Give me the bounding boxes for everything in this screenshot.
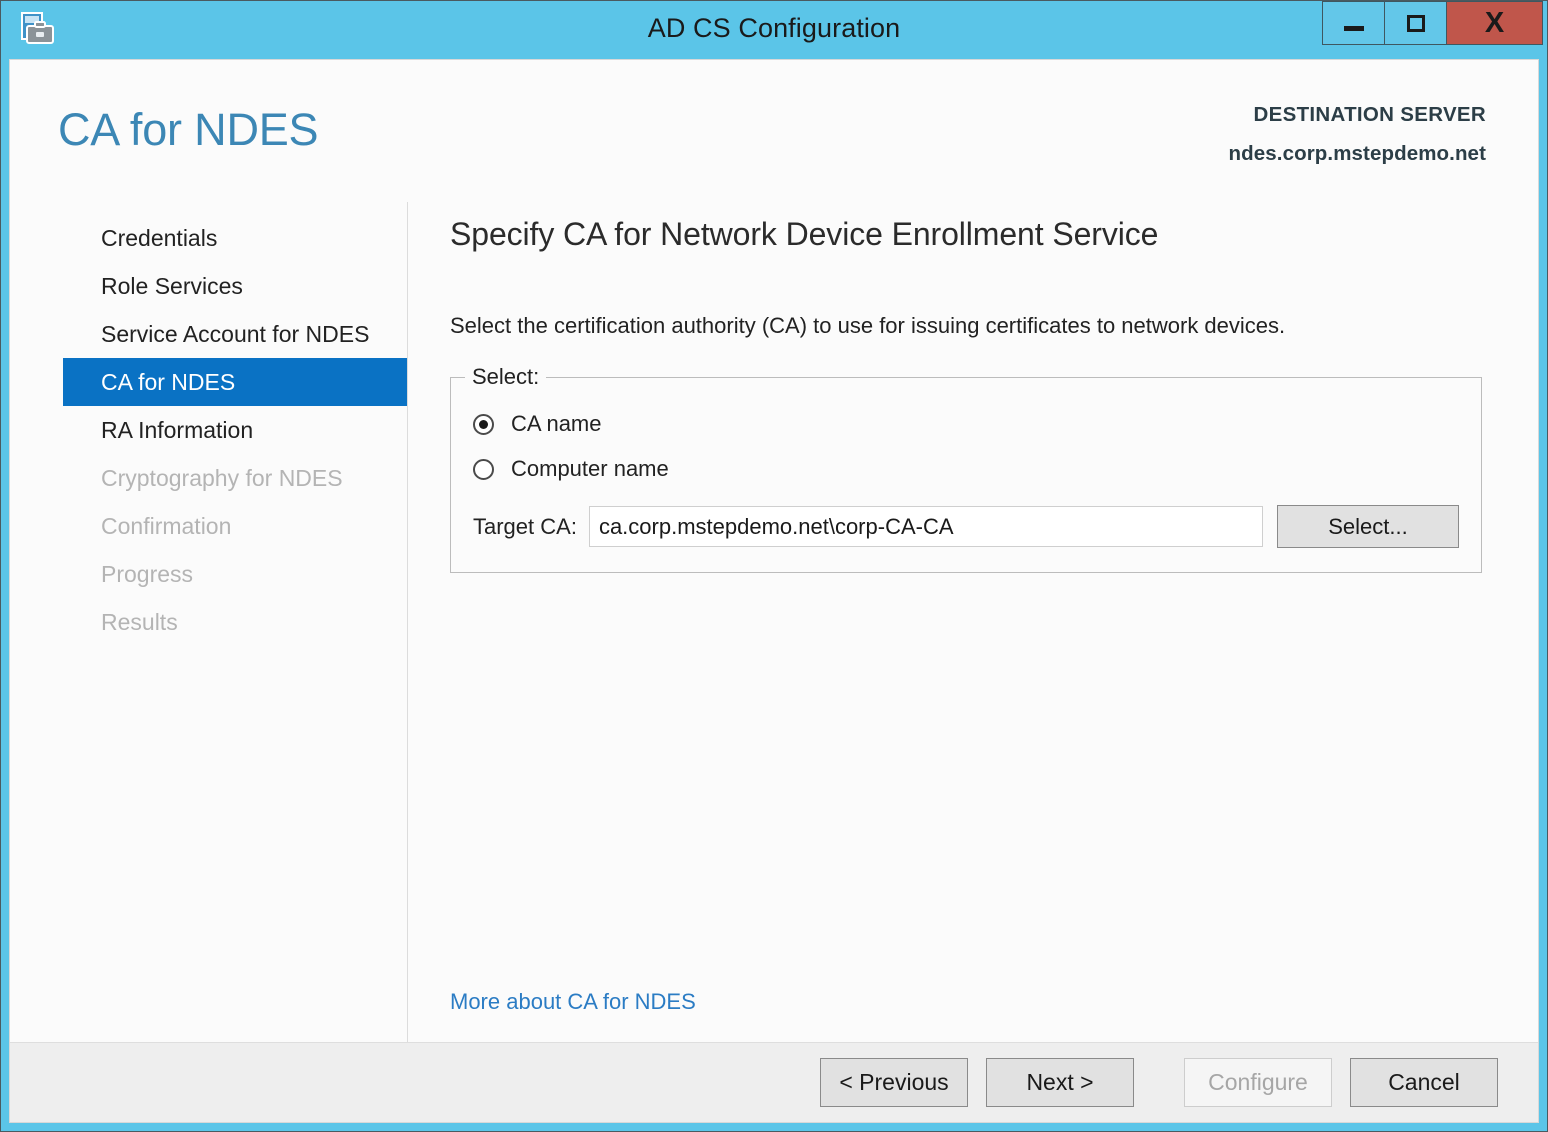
close-icon: X [1484,6,1505,39]
wizard-footer: < Previous Next > Configure Cancel [10,1042,1538,1122]
window-title: AD CS Configuration [647,13,901,43]
radio-option-computer-name[interactable]: Computer name [473,449,1459,489]
sidebar-item-label: Results [101,608,178,635]
cancel-button[interactable]: Cancel [1350,1058,1498,1107]
maximize-button[interactable] [1385,1,1447,45]
sidebar-item-label: Cryptography for NDES [101,464,343,491]
radio-ca-name-icon[interactable] [473,413,494,435]
client-area: CA for NDES DESTINATION SERVER ndes.corp… [9,59,1539,1123]
content-description: Select the certification authority (CA) … [450,313,1286,338]
sidebar-item-ra-information[interactable]: RA Information [63,406,407,454]
body-area: Credentials Role Services Service Accoun… [10,202,1538,1042]
radio-computer-name-icon[interactable] [473,458,494,480]
sidebar-item-service-account-for-ndes[interactable]: Service Account for NDES [63,310,407,358]
sidebar-item-credentials[interactable]: Credentials [63,214,407,262]
sidebar-item-cryptography-for-ndes: Cryptography for NDES [63,454,407,502]
content-pane: Specify CA for Network Device Enrollment… [408,202,1538,1042]
sidebar-item-progress: Progress [63,550,407,598]
target-ca-input[interactable]: ca.corp.mstepdemo.net\corp-CA-CA [588,506,1263,547]
destination-server-name: ndes.corp.mstepdemo.net [1228,141,1486,165]
sidebar-item-label: Confirmation [101,512,232,539]
groupbox-legend: Select: [465,364,547,390]
minimize-icon [1343,25,1364,31]
window-controls: X [1322,1,1543,45]
next-button[interactable]: Next > [986,1058,1134,1107]
target-ca-label: Target CA: [473,513,577,539]
sidebar-item-label: Progress [101,560,194,587]
more-about-ca-for-ndes-link[interactable]: More about CA for NDES [450,989,696,1015]
target-ca-row: Target CA: ca.corp.mstepdemo.net\corp-CA… [473,505,1459,548]
sidebar-item-confirmation: Confirmation [63,502,407,550]
sidebar-item-label: Role Services [101,272,243,299]
previous-button[interactable]: < Previous [820,1058,968,1107]
sidebar-item-label: RA Information [101,416,254,443]
sidebar-item-role-services[interactable]: Role Services [63,262,407,310]
wizard-step-nav: Credentials Role Services Service Accoun… [10,202,408,1042]
configure-button: Configure [1184,1058,1332,1107]
sidebar-item-results: Results [63,598,407,646]
title-bar: AD CS Configuration X [1,1,1547,59]
close-button[interactable]: X [1447,1,1543,45]
destination-server-label: DESTINATION SERVER [1253,103,1486,126]
maximize-icon [1406,14,1425,32]
sidebar-item-ca-for-ndes[interactable]: CA for NDES [63,358,407,406]
sidebar-item-label: Service Account for NDES [101,320,370,347]
page-header: CA for NDES DESTINATION SERVER ndes.corp… [10,60,1538,202]
radio-ca-name-label: CA name [511,411,602,436]
sidebar-item-label: CA for NDES [101,368,236,395]
select-ca-button[interactable]: Select... [1277,505,1459,548]
page-title: CA for NDES [58,104,319,155]
sidebar-item-label: Credentials [101,224,218,251]
radio-option-ca-name[interactable]: CA name [473,404,1459,444]
radio-computer-name-label: Computer name [511,456,669,481]
content-heading: Specify CA for Network Device Enrollment… [450,216,1159,252]
destination-server-block: DESTINATION SERVER ndes.corp.mstepdemo.n… [1229,100,1486,168]
ad-cs-configuration-window: AD CS Configuration X CA for NDES DESTIN… [0,0,1548,1132]
minimize-button[interactable] [1323,1,1385,45]
select-groupbox: Select: CA name Computer name Target CA:… [450,364,1482,573]
